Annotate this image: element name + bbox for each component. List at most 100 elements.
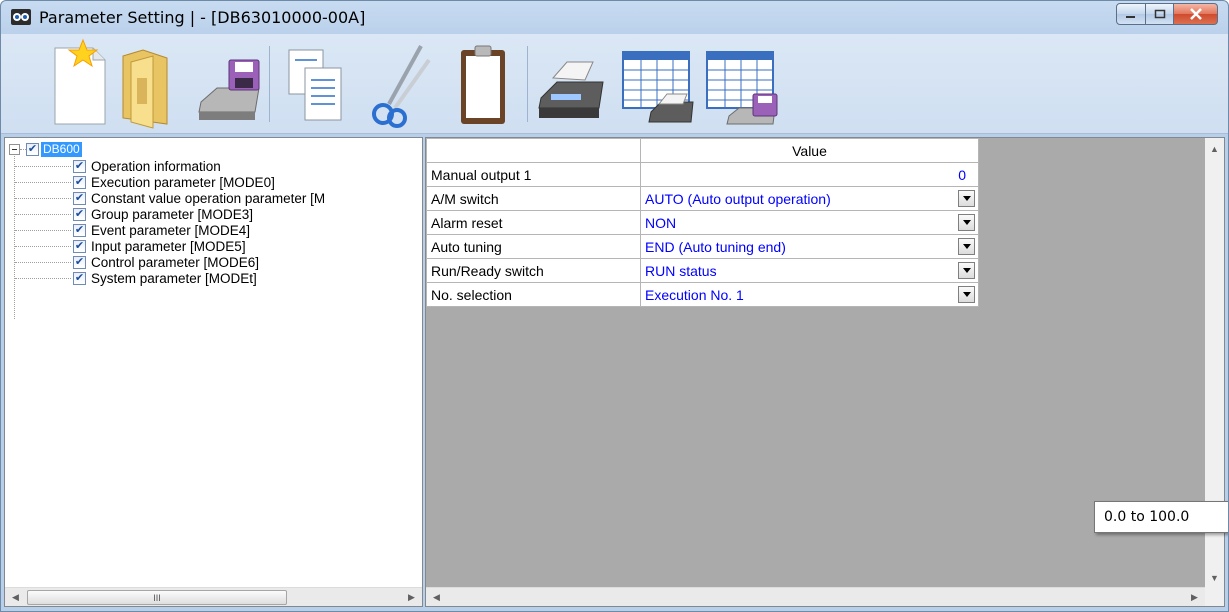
tree-guide-line [14,156,15,319]
parameter-value: AUTO (Auto output operation) [645,190,831,207]
tree-horizontal-scrollbar[interactable]: ◀ III ▶ [5,587,422,606]
close-icon [1189,8,1202,20]
window-title: Parameter Setting | - [DB63010000-00A] [39,8,366,27]
scroll-up-icon[interactable]: ▲ [1206,140,1223,157]
scroll-down-icon[interactable]: ▼ [1206,569,1223,586]
scroll-right-icon[interactable]: ▶ [403,589,420,606]
size-grip-icon[interactable] [1205,587,1224,606]
tree-item[interactable]: ✔ Constant value operation parameter [M [73,190,325,206]
scroll-left-icon[interactable]: ◀ [428,589,445,606]
checkmark-icon: ✔ [74,271,85,284]
tree-guide-line [15,262,71,263]
scroll-thumb[interactable]: III [27,590,287,605]
parameter-value-select[interactable]: AUTO (Auto output operation) [640,186,979,211]
tree-item[interactable]: ✔ Input parameter [MODE5] [73,238,246,254]
print-button[interactable] [537,38,607,130]
cut-button[interactable] [367,38,437,130]
tree-item-checkbox[interactable]: ✔ [73,223,86,237]
grid-row: Run/Ready switch RUN status [426,258,979,283]
dropdown-arrow-icon[interactable] [958,190,975,207]
open-button[interactable] [113,38,183,130]
grid-horizontal-scrollbar[interactable]: ◀ ▶ [426,587,1205,606]
checkmark-icon: ✔ [74,223,85,236]
collapse-icon[interactable] [9,143,20,155]
minimize-button[interactable] [1116,3,1146,25]
print-table-button[interactable] [617,38,694,130]
dropdown-arrow-icon[interactable] [958,214,975,231]
range-tooltip: 0.0 to 100.0 [1094,501,1228,533]
tree-item[interactable]: ✔ Execution parameter [MODE0] [73,174,275,190]
dropdown-arrow-icon[interactable] [958,286,975,303]
tree-guide-line [15,182,71,183]
grid-header-row: Value [426,138,979,163]
tree-item-label: Execution parameter [MODE0] [91,174,275,190]
parameter-grid-pane: Value Manual output 1 0 A/M switch AUTO (Au… [425,137,1225,607]
grid-header-name [426,138,641,163]
tree-guide-line [15,166,71,167]
tree-root[interactable]: ✔ DB600 [9,141,82,157]
copy-icon [288,49,342,121]
maximize-icon [1154,9,1165,19]
parameter-name: A/M switch [426,186,641,211]
tree-item-label: Operation information [91,158,221,174]
tree-guide-line [15,214,71,215]
grid-row: Auto tuning END (Auto tuning end) [426,234,979,259]
tree-item[interactable]: ✔ Group parameter [MODE3] [73,206,253,222]
new-button[interactable] [45,38,115,130]
dropdown-arrow-icon[interactable] [958,262,975,279]
checkmark-icon: ✔ [74,239,85,252]
print-icon [538,61,604,118]
checkmark-icon: ✔ [74,191,85,204]
save-button[interactable] [195,38,265,130]
tree-guide-line [15,230,71,231]
tree-guide-line [15,278,71,279]
tree-item[interactable]: ✔ Operation information [73,158,221,174]
new-file-icon [54,38,106,125]
tree-item-checkbox[interactable]: ✔ [73,271,86,285]
grid-row: Manual output 1 0 [426,162,979,187]
tree-item[interactable]: ✔ System parameter [MODEt] [73,270,257,286]
scroll-left-icon[interactable]: ◀ [7,589,24,606]
maximize-button[interactable] [1146,3,1174,25]
parameter-value-input[interactable]: 0 [640,162,979,187]
tree-item-checkbox[interactable]: ✔ [73,159,86,173]
tree-item[interactable]: ✔ Control parameter [MODE6] [73,254,259,270]
parameter-value-select[interactable]: END (Auto tuning end) [640,234,979,259]
close-button[interactable] [1174,3,1218,25]
root-checkbox[interactable]: ✔ [26,142,39,156]
paste-clipboard-icon [461,45,505,124]
grid-header-value: Value [640,138,979,163]
dropdown-arrow-icon[interactable] [958,238,975,255]
tree-item-label: Control parameter [MODE6] [91,254,260,270]
title-bar[interactable]: Parameter Setting | - [DB63010000-00A] [1,1,1228,34]
tree-item-label: Constant value operation parameter [M [91,190,326,206]
toolbar [1,34,1228,134]
tree-item-label: Event parameter [MODE4] [91,222,251,238]
parameter-tree[interactable]: ✔ DB600 ✔ Operation information ✔ Execution… [5,138,422,588]
checkmark-icon: ✔ [27,142,38,155]
tree-item-label: Group parameter [MODE3] [91,206,254,222]
checkmark-icon: ✔ [74,255,85,268]
tree-item-checkbox[interactable]: ✔ [73,239,86,253]
tree-item-checkbox[interactable]: ✔ [73,191,86,205]
parameter-tree-pane: ✔ DB600 ✔ Operation information ✔ Execution… [4,137,423,607]
paste-button[interactable] [449,38,519,130]
parameter-value-select[interactable]: RUN status [640,258,979,283]
tree-root-label[interactable]: DB600 [41,141,82,157]
tree-item-checkbox[interactable]: ✔ [73,255,86,269]
save-table-button[interactable] [701,38,778,130]
tree-guide-line [15,246,71,247]
checkmark-icon: ✔ [74,207,85,220]
tree-item[interactable]: ✔ Event parameter [MODE4] [73,222,250,238]
checkmark-icon: ✔ [74,175,85,188]
parameter-grid: Value Manual output 1 0 A/M switch AUTO (Au… [426,138,979,307]
parameter-value-select[interactable]: NON [640,210,979,235]
parameter-value: NON [645,214,677,231]
parameter-value-select[interactable]: Execution No. 1 [640,282,979,307]
tree-item-checkbox[interactable]: ✔ [73,207,86,221]
cut-scissors-icon [372,45,431,128]
scroll-right-icon[interactable]: ▶ [1186,589,1203,606]
tree-item-checkbox[interactable]: ✔ [73,175,86,189]
copy-button[interactable] [281,38,351,130]
grid-row: Alarm reset NON [426,210,979,235]
